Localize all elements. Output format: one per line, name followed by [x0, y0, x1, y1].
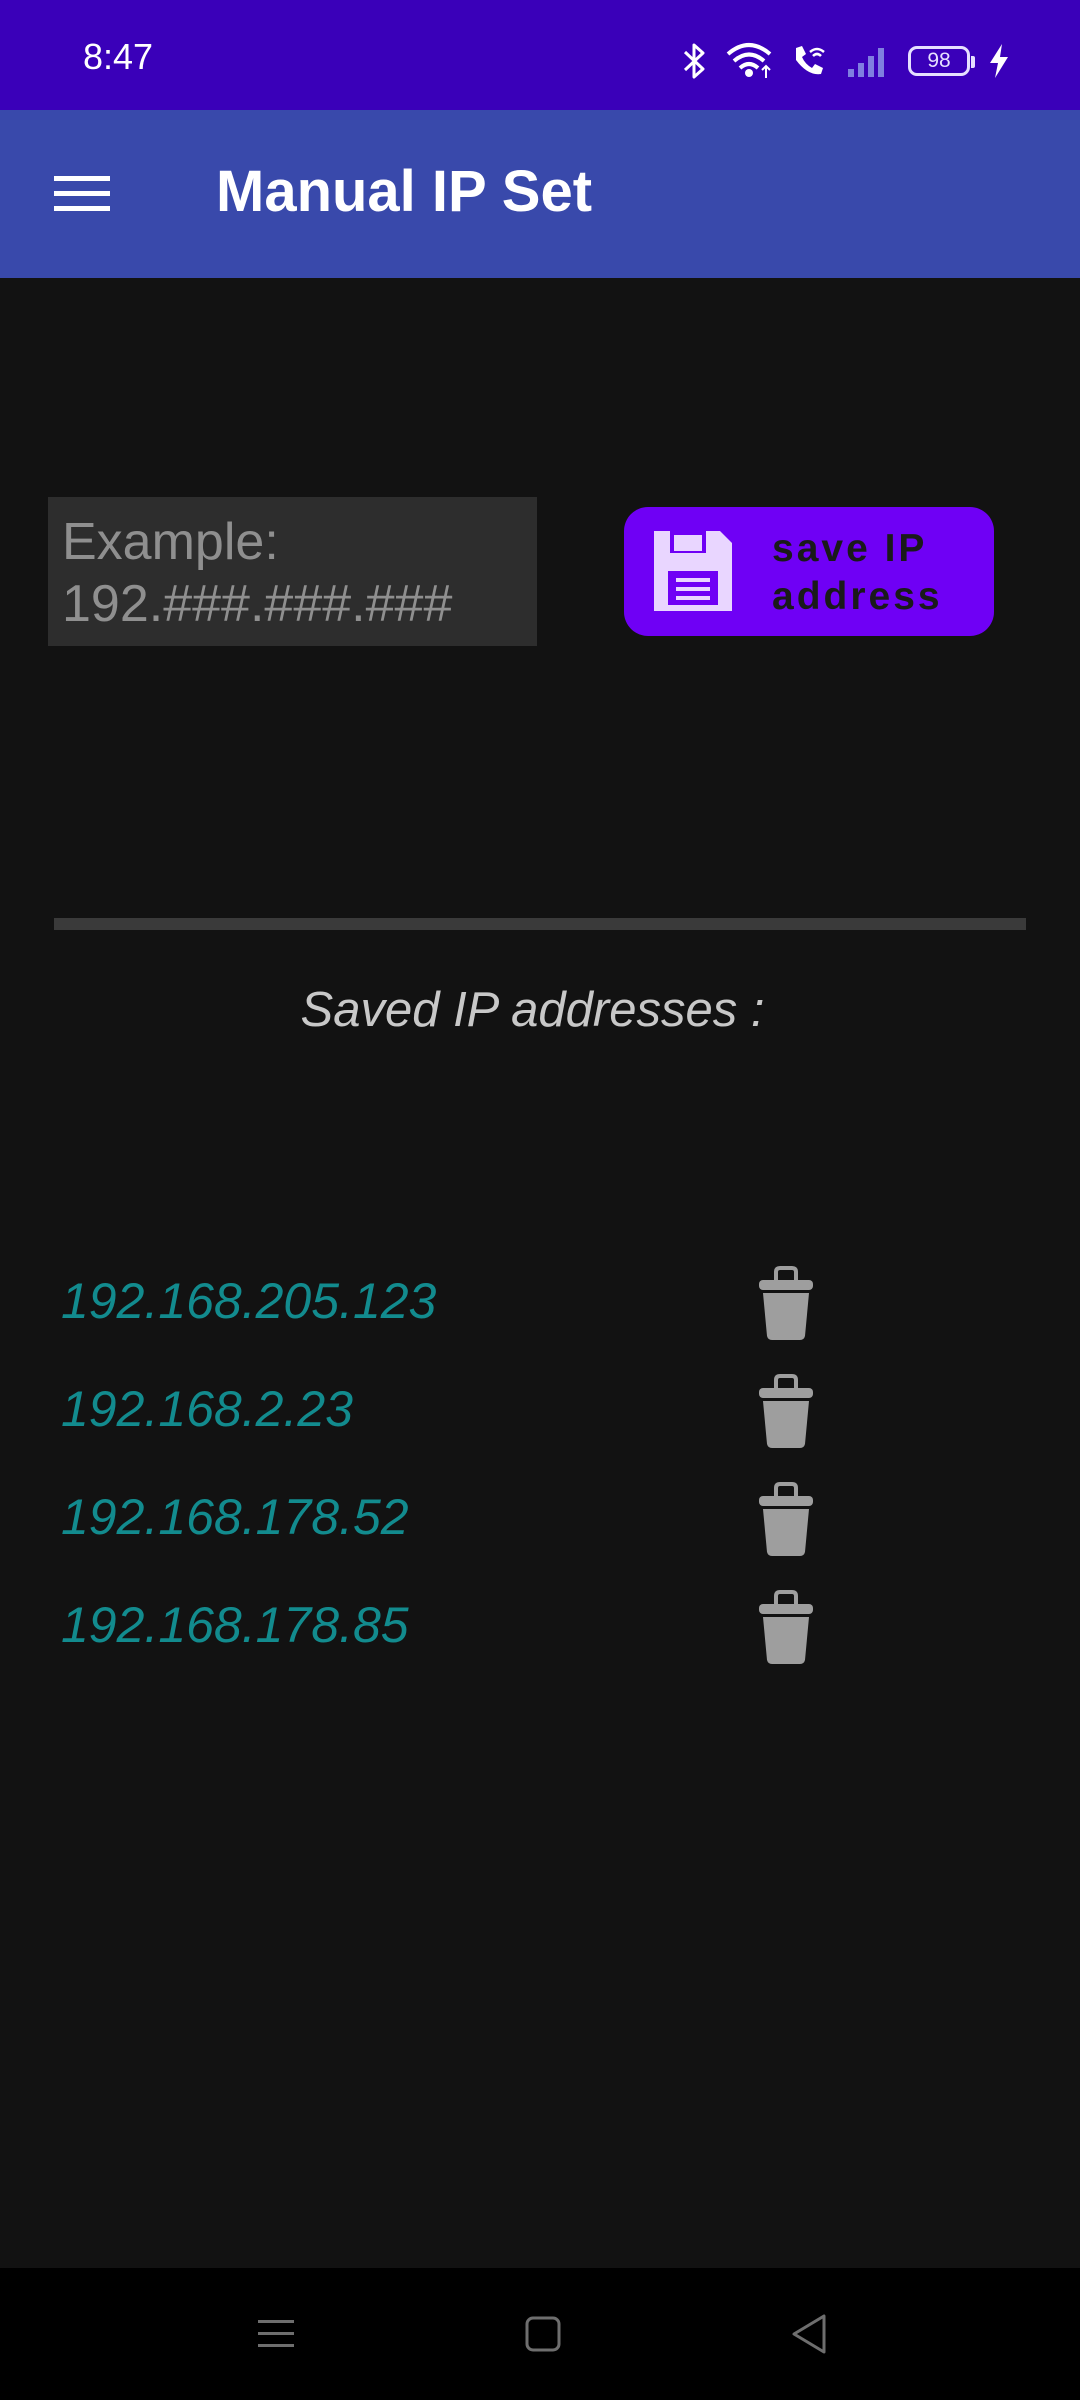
list-item: 192.168.205.123: [0, 1250, 1080, 1358]
saved-ip-address[interactable]: 192.168.178.52: [61, 1488, 409, 1546]
list-item: 192.168.2.23: [0, 1358, 1080, 1466]
trash-icon[interactable]: [756, 1482, 816, 1558]
battery-icon: 98: [908, 46, 975, 76]
saved-ip-heading: Saved IP addresses :: [300, 983, 765, 1037]
app-bar: Manual IP Set: [0, 110, 1080, 278]
list-item: 192.168.178.85: [0, 1574, 1080, 1682]
list-item: 192.168.178.52: [0, 1466, 1080, 1574]
save-button-label: save IP address: [772, 527, 943, 618]
saved-ip-list: 192.168.205.123 192.168.2.23 192.168.178…: [0, 1250, 1080, 1682]
status-bar: 8:47 98: [0, 0, 1080, 110]
charging-icon: [988, 43, 1010, 79]
battery-level: 98: [927, 49, 951, 72]
manual-ip-screen: 8:47 98 Manual IP Set Example: 192.###.#…: [0, 0, 1080, 2400]
ip-address-input[interactable]: [48, 497, 537, 646]
saved-ip-address[interactable]: 192.168.205.123: [61, 1272, 436, 1330]
status-icons: 98: [682, 38, 1010, 84]
trash-icon[interactable]: [756, 1590, 816, 1666]
status-time: 8:47: [83, 36, 154, 77]
wifi-icon: [726, 42, 772, 80]
trash-icon[interactable]: [756, 1266, 816, 1342]
divider: [54, 918, 1026, 930]
signal-icon: [846, 43, 890, 79]
bluetooth-icon: [682, 42, 708, 80]
wifi-calling-icon: [790, 42, 828, 80]
save-ip-button[interactable]: save IP address: [624, 507, 994, 636]
page-title: Manual IP Set: [216, 159, 593, 224]
floppy-disk-icon: [650, 527, 736, 615]
trash-icon[interactable]: [756, 1374, 816, 1450]
system-nav-bar: [0, 2268, 1080, 2400]
saved-ip-address[interactable]: 192.168.2.23: [61, 1380, 353, 1438]
home-icon[interactable]: [517, 2308, 569, 2360]
back-icon[interactable]: [784, 2308, 836, 2360]
saved-ip-address[interactable]: 192.168.178.85: [61, 1596, 409, 1654]
recents-icon[interactable]: [250, 2308, 302, 2360]
hamburger-menu-icon[interactable]: [52, 170, 112, 218]
